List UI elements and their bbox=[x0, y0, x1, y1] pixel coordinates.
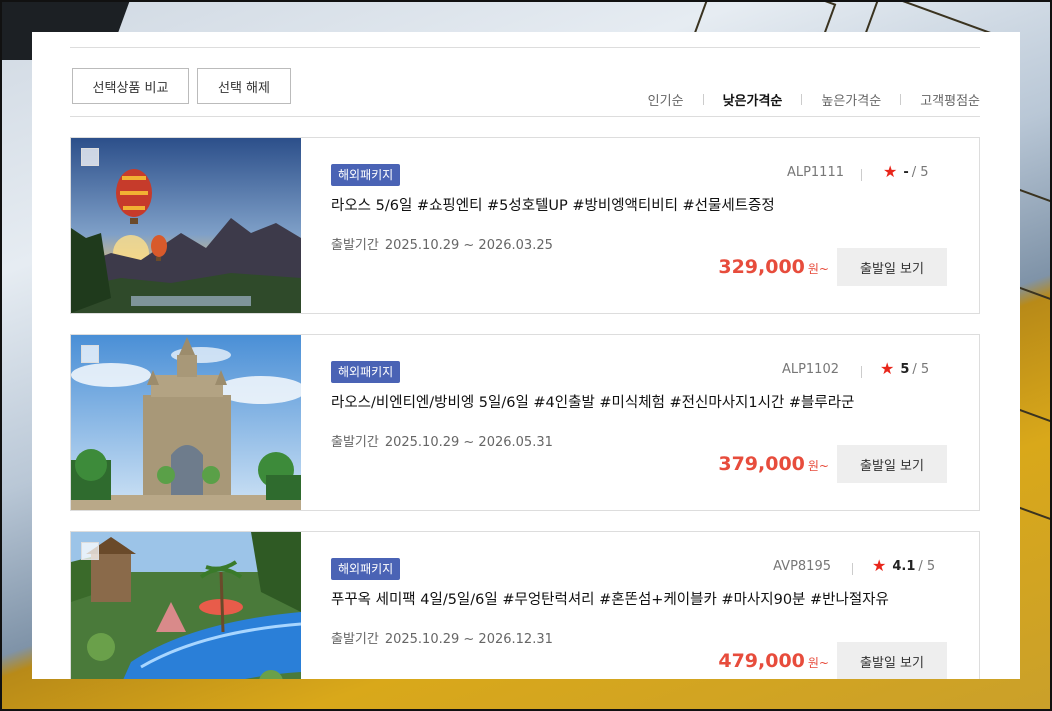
select-checkbox[interactable] bbox=[81, 345, 99, 363]
departure-period: 출발기간 2025.10.29 ~ 2026.05.31 bbox=[331, 435, 553, 450]
product-card[interactable]: 해외패키지 ALP1102 ★ 5 / 5 라오스/비엔티엔/방비엥 5일/6일… bbox=[70, 334, 980, 511]
product-code: AVP8195 bbox=[773, 559, 831, 574]
view-departures-button[interactable]: 출발일 보기 bbox=[837, 445, 947, 483]
price: 379,000 원~ bbox=[718, 453, 829, 475]
price: 479,000 원~ bbox=[718, 650, 829, 672]
select-checkbox[interactable] bbox=[81, 148, 99, 166]
rating: ★ 4.1 / 5 bbox=[872, 556, 936, 575]
product-code: ALP1102 bbox=[781, 362, 839, 377]
category-badge: 해외패키지 bbox=[331, 361, 401, 383]
divider bbox=[70, 116, 980, 117]
product-image-monument[interactable] bbox=[71, 335, 301, 510]
product-card[interactable]: 해외패키지 AVP8195 ★ 4.1 / 5 푸꾸옥 세미팩 4일/5일/6일… bbox=[70, 531, 980, 679]
rating: ★ 5 / 5 bbox=[880, 359, 930, 378]
compare-selected-button[interactable]: 선택상품 비교 bbox=[72, 68, 189, 104]
product-list-panel: 선택상품 비교 선택 해제 인기순 낮은가격순 높은가격순 고객평점순 해외패키… bbox=[32, 32, 1020, 679]
product-image-balloons[interactable] bbox=[71, 138, 301, 313]
sort-price-high[interactable]: 높은가격순 bbox=[821, 90, 881, 109]
price: 329,000 원~ bbox=[718, 256, 829, 278]
category-badge: 해외패키지 bbox=[331, 164, 401, 186]
departure-period: 출발기간 2025.10.29 ~ 2026.12.31 bbox=[331, 632, 553, 647]
product-code: ALP1111 bbox=[786, 165, 844, 180]
product-title[interactable]: 푸꾸옥 세미팩 4일/5일/6일 #무엉탄럭셔리 #혼똔섬+케이블카 #마사지9… bbox=[331, 588, 889, 609]
clear-selection-button[interactable]: 선택 해제 bbox=[197, 68, 291, 104]
rating: ★ - / 5 bbox=[883, 162, 929, 181]
product-title[interactable]: 라오스 5/6일 #쇼핑엔티 #5성호텔UP #방비엥액티비티 #선물세트증정 bbox=[331, 194, 775, 215]
divider bbox=[70, 47, 980, 48]
star-icon: ★ bbox=[872, 556, 887, 575]
sort-options: 인기순 낮은가격순 높은가격순 고객평점순 bbox=[648, 90, 980, 109]
departure-period: 출발기간 2025.10.29 ~ 2026.03.25 bbox=[331, 238, 553, 253]
category-badge: 해외패키지 bbox=[331, 558, 401, 580]
product-card[interactable]: 해외패키지 ALP1111 ★ - / 5 라오스 5/6일 #쇼핑엔티 #5성… bbox=[70, 137, 980, 314]
sort-price-low[interactable]: 낮은가격순 bbox=[723, 90, 783, 109]
star-icon: ★ bbox=[880, 359, 895, 378]
product-title[interactable]: 라오스/비엔티엔/방비엥 5일/6일 #4인출발 #미식체험 #전신마사지1시간… bbox=[331, 391, 854, 412]
sort-popular[interactable]: 인기순 bbox=[648, 90, 684, 109]
star-icon: ★ bbox=[883, 162, 898, 181]
select-checkbox[interactable] bbox=[81, 542, 99, 560]
product-image-resort[interactable] bbox=[71, 532, 301, 679]
view-departures-button[interactable]: 출발일 보기 bbox=[837, 248, 947, 286]
view-departures-button[interactable]: 출발일 보기 bbox=[837, 642, 947, 679]
sort-rating[interactable]: 고객평점순 bbox=[920, 90, 980, 109]
